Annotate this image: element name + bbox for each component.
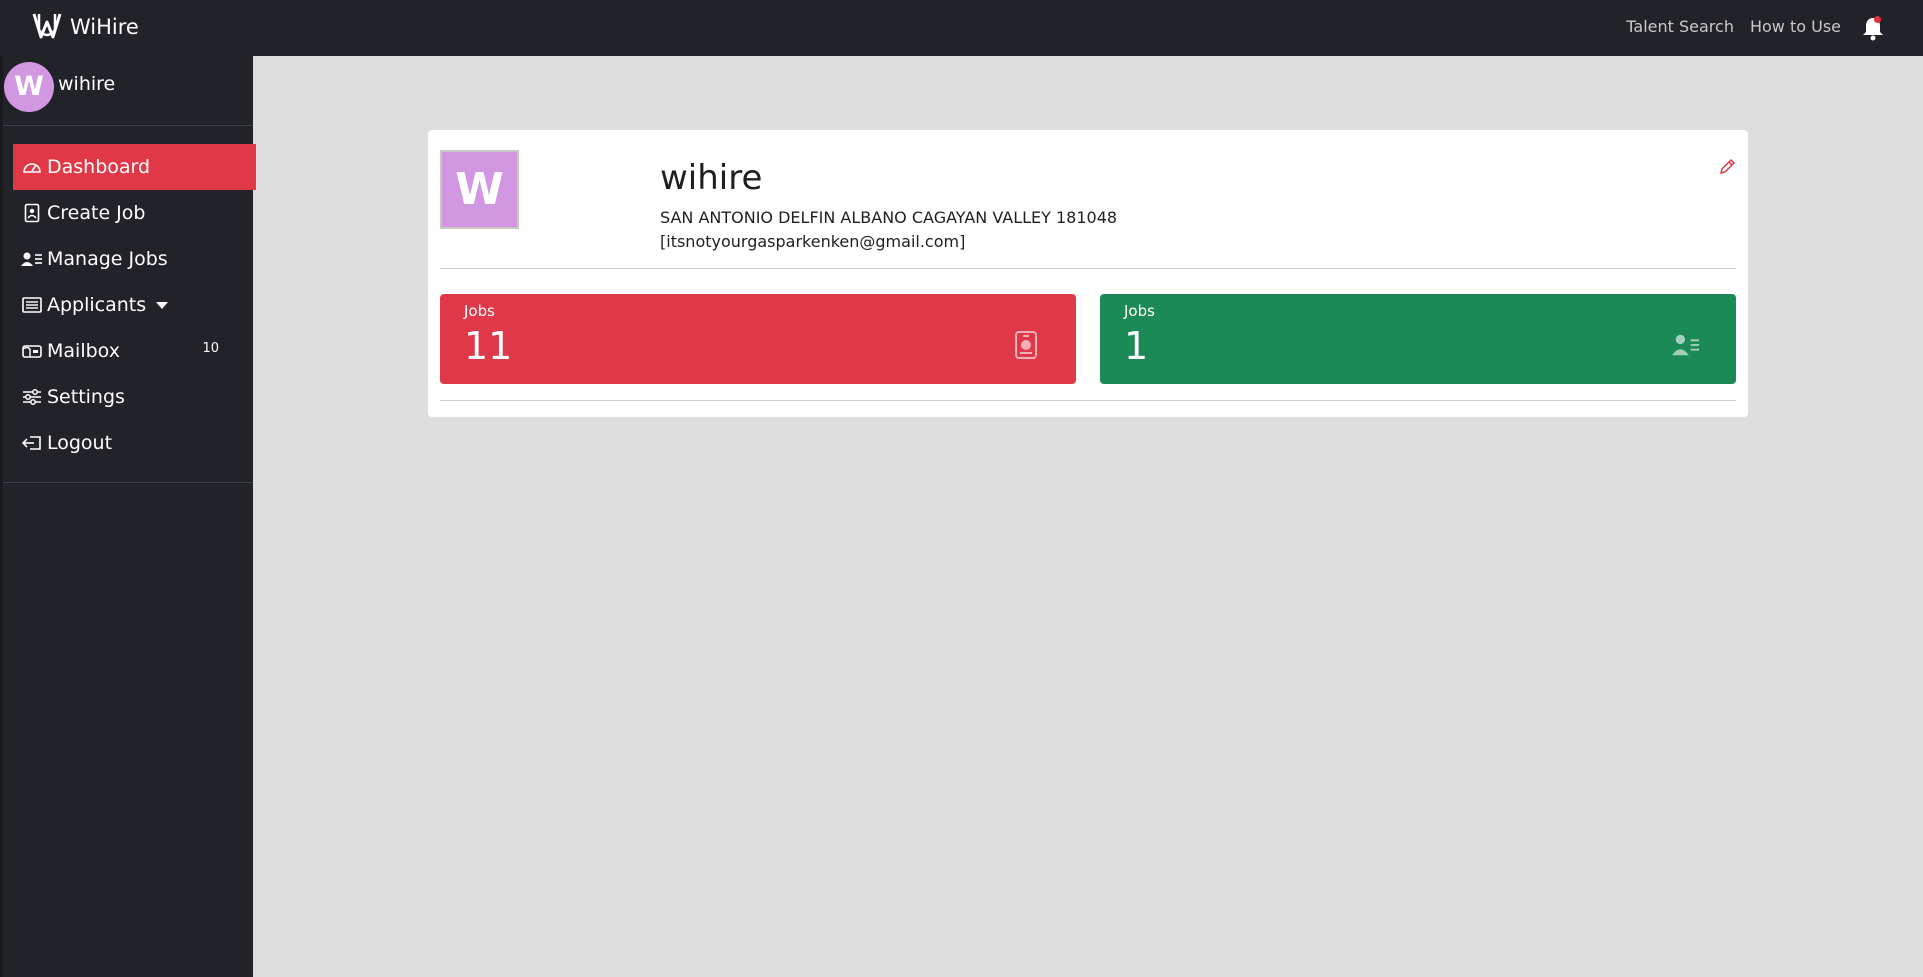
bell-icon[interactable] bbox=[1861, 15, 1885, 41]
sidebar-item-label: Logout bbox=[47, 432, 113, 454]
profile-address: SAN ANTONIO DELFIN ALBANO CAGAYAN VALLEY… bbox=[660, 208, 1118, 227]
wihire-logo-icon bbox=[32, 13, 62, 39]
stat-value: 11 bbox=[464, 324, 513, 368]
how-to-use-link[interactable]: How to Use bbox=[1750, 17, 1841, 36]
sidebar-nav: Dashboard Create Job Manage Jobs Applica… bbox=[13, 144, 256, 466]
sidebar-user: W wihire bbox=[3, 56, 253, 126]
profile-email: [itsnotyourgasparkenken@gmail.com] bbox=[660, 232, 966, 251]
avatar[interactable]: W bbox=[4, 62, 54, 112]
sidebar-item-logout[interactable]: Logout bbox=[13, 420, 256, 466]
talent-search-link[interactable]: Talent Search bbox=[1626, 17, 1734, 36]
sidebar-user-name[interactable]: wihire bbox=[58, 73, 115, 95]
settings-icon bbox=[21, 387, 43, 407]
chevron-down-icon bbox=[156, 301, 169, 309]
sidebar-item-label: Create Job bbox=[47, 202, 146, 224]
top-nav: Talent Search How to Use bbox=[1626, 17, 1841, 36]
sidebar-item-create-job[interactable]: Create Job bbox=[13, 190, 256, 236]
sidebar: W wihire Dashboard Create Job Manage Job… bbox=[0, 56, 256, 977]
sidebar-item-label: Applicants bbox=[47, 294, 147, 316]
sidebar-item-label: Manage Jobs bbox=[47, 248, 168, 270]
logout-icon bbox=[21, 433, 43, 453]
mailbox-icon bbox=[21, 341, 43, 361]
create-job-icon bbox=[21, 203, 43, 223]
sidebar-item-dashboard[interactable]: Dashboard bbox=[13, 144, 256, 190]
id-badge-icon bbox=[1015, 331, 1037, 359]
applicants-icon bbox=[21, 295, 43, 315]
notification-dot bbox=[1874, 16, 1881, 23]
sidebar-item-label: Settings bbox=[47, 386, 125, 408]
sidebar-item-mailbox[interactable]: Mailbox 10 bbox=[13, 328, 256, 374]
sidebar-item-label: Dashboard bbox=[47, 156, 151, 178]
stat-value: 1 bbox=[1124, 324, 1149, 368]
manage-jobs-icon bbox=[21, 249, 43, 269]
sidebar-item-applicants[interactable]: Applicants bbox=[13, 282, 256, 328]
sidebar-item-manage-jobs[interactable]: Manage Jobs bbox=[13, 236, 256, 282]
mailbox-count-badge: 10 bbox=[202, 341, 219, 356]
stat-card-jobs-total[interactable]: Jobs 11 bbox=[440, 294, 1076, 384]
people-list-icon bbox=[1672, 334, 1700, 356]
profile-card: W wihire SAN ANTONIO DELFIN ALBANO CAGAY… bbox=[428, 130, 1748, 417]
profile-name: wihire bbox=[660, 158, 763, 198]
brand[interactable]: WiHire bbox=[30, 10, 139, 44]
divider bbox=[440, 268, 1736, 269]
sidebar-item-label: Mailbox bbox=[47, 340, 120, 362]
stat-label: Jobs bbox=[464, 302, 495, 320]
sidebar-item-settings[interactable]: Settings bbox=[13, 374, 256, 420]
sidebar-divider bbox=[3, 482, 253, 483]
dashboard-icon bbox=[21, 157, 43, 177]
stat-card-jobs-active[interactable]: Jobs 1 bbox=[1100, 294, 1736, 384]
brand-name: WiHire bbox=[70, 15, 139, 39]
divider bbox=[440, 400, 1736, 401]
stat-label: Jobs bbox=[1124, 302, 1155, 320]
profile-avatar: W bbox=[440, 150, 519, 229]
edit-pencil-icon[interactable] bbox=[1718, 158, 1736, 176]
top-navbar: WiHire Talent Search How to Use bbox=[0, 0, 1923, 56]
